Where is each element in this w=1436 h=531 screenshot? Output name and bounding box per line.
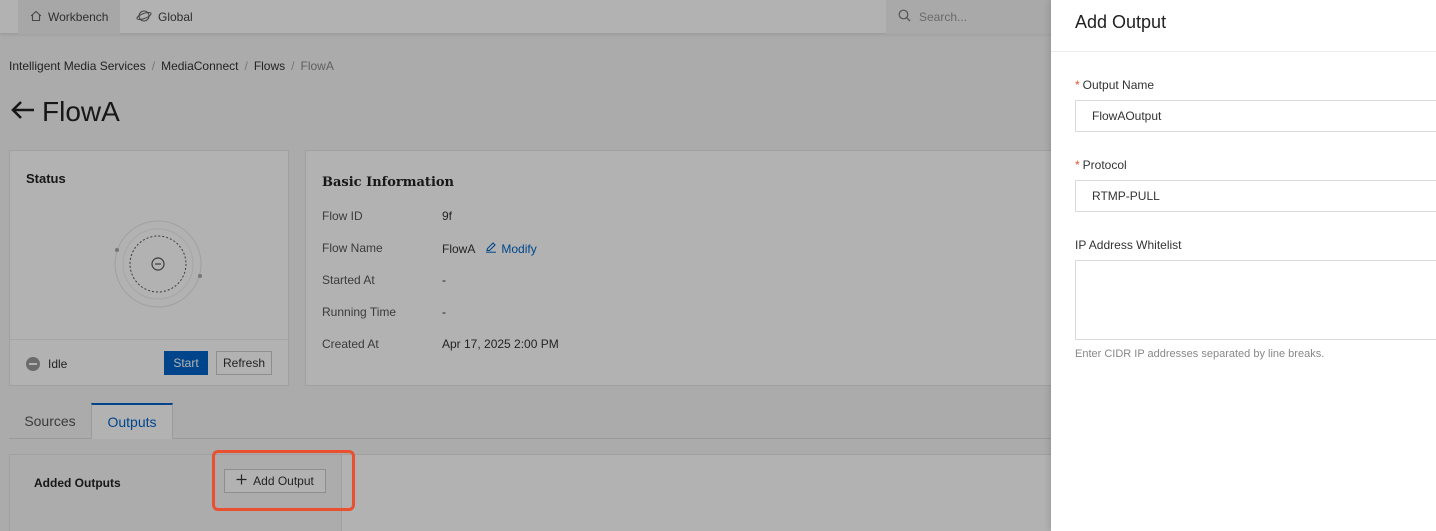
protocol-select[interactable] [1075, 180, 1436, 212]
highlight-annotation [212, 450, 355, 511]
add-output-drawer: Add Output *Output Name *Protocol IP Add… [1051, 0, 1436, 531]
required-marker: * [1075, 78, 1080, 92]
required-marker: * [1075, 158, 1080, 172]
drawer-header: Add Output [1051, 0, 1436, 52]
ip-whitelist-help: Enter CIDR IP addresses separated by lin… [1075, 348, 1325, 360]
modal-overlay[interactable] [0, 0, 1051, 531]
output-name-label: * Output Name [1075, 78, 1155, 92]
protocol-label: * Protocol [1075, 158, 1127, 172]
output-name-input[interactable] [1075, 100, 1436, 132]
ip-whitelist-label: IP Address Whitelist [1075, 238, 1182, 252]
drawer-title: Add Output [1075, 12, 1167, 32]
ip-whitelist-textarea[interactable] [1075, 260, 1436, 340]
